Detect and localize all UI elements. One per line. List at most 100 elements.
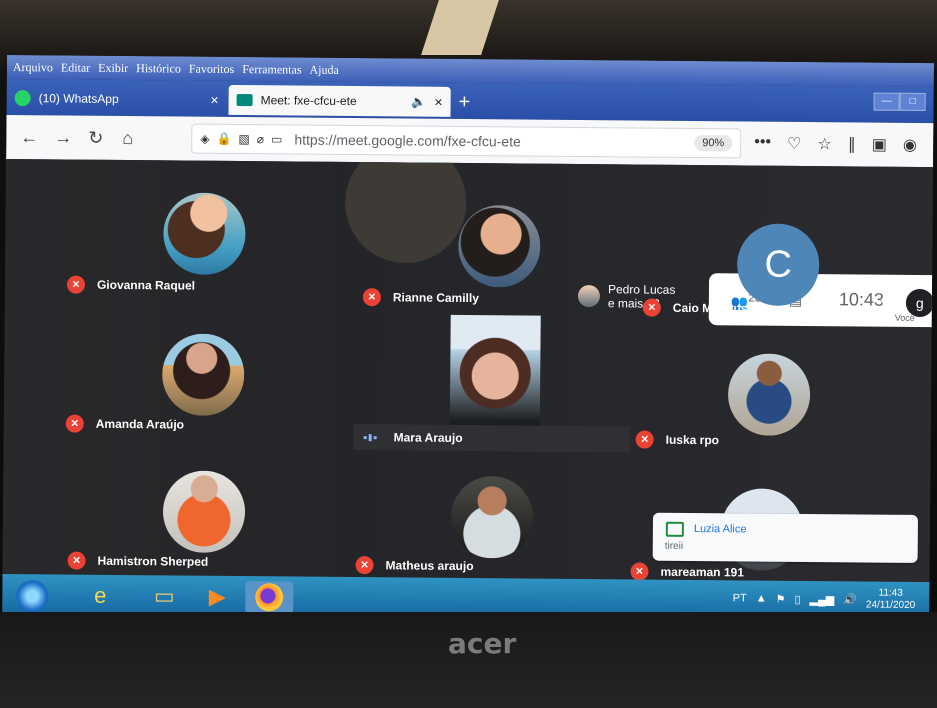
avatar xyxy=(161,333,245,417)
tab-whatsapp[interactable]: (10) WhatsApp × xyxy=(6,83,226,115)
menu-ferramentas[interactable]: Ferramentas xyxy=(238,62,305,78)
volume-icon[interactable]: 🔊 xyxy=(843,593,857,606)
participant-name: Matheus araujo xyxy=(385,558,474,574)
close-icon[interactable]: × xyxy=(434,94,442,110)
participant-name-row: ✕ Amanda Araújo xyxy=(65,414,185,434)
google-meet-icon xyxy=(236,94,253,107)
participant-name: Hamistron Sherped xyxy=(97,553,209,569)
avatar xyxy=(163,192,246,276)
flag-icon[interactable]: ⚑ xyxy=(776,592,786,605)
account-icon[interactable]: ◉ xyxy=(903,135,917,155)
close-icon[interactable]: × xyxy=(210,92,218,108)
sidebar-icon[interactable]: ▣ xyxy=(872,135,887,155)
url-text: https://meet.google.com/fxe-cfcu-ete xyxy=(294,131,521,150)
system-tray: PT ▲ ⚑ ▯ ▂▄▆ 🔊 11:43 24/11/2020 xyxy=(733,586,916,612)
mic-off-icon: ✕ xyxy=(67,551,86,570)
mic-off-icon: ⌀ xyxy=(256,132,265,147)
lock-icon: 🔒 xyxy=(216,131,232,146)
participant-name-row: ✕ mareaman 191 xyxy=(630,562,744,581)
signal-icon[interactable]: ▂▄▆ xyxy=(809,593,834,606)
mic-off-icon: ✕ xyxy=(630,562,649,581)
language-indicator[interactable]: PT xyxy=(733,592,747,604)
participant-name-row: ✕ Giovanna Raquel xyxy=(66,275,196,295)
menu-arquivo[interactable]: Arquivo xyxy=(9,60,57,75)
tab-whatsapp-label: (10) WhatsApp xyxy=(38,91,119,106)
top-participant-name: Pedro Lucas xyxy=(607,282,676,297)
media-player-icon[interactable]: ▶ xyxy=(193,581,241,613)
internet-explorer-icon[interactable]: e xyxy=(76,580,124,612)
tab-meet-label: Meet: fxe-cfcu-ete xyxy=(260,93,357,109)
notification-sender: Luzia Alice xyxy=(693,523,747,536)
more-actions-icon[interactable]: ••• xyxy=(754,134,771,154)
participant-name: Giovanna Raquel xyxy=(96,277,196,293)
participant-name: mareaman 191 xyxy=(660,564,744,580)
notification-message: tireii xyxy=(664,540,684,552)
speaker-icon: 🔈 xyxy=(411,94,427,109)
toolbar-right: ••• ♡ ☆ ∥ ▣ ◉ xyxy=(754,134,917,155)
back-icon[interactable]: ← xyxy=(20,127,38,148)
window-controls: — □ xyxy=(873,92,926,112)
maximize-button[interactable]: □ xyxy=(899,92,926,112)
zoom-level[interactable]: 90% xyxy=(694,135,733,152)
participant-name-row: ✕ Caio Magnus xyxy=(642,298,748,318)
camera-off-icon: ▧ xyxy=(238,132,250,147)
firefox-icon[interactable] xyxy=(245,581,294,614)
avatar xyxy=(457,204,541,288)
library-icon[interactable]: ∥ xyxy=(848,134,856,154)
screen-icon: ▭ xyxy=(270,132,283,147)
mic-off-icon: ✕ xyxy=(642,298,661,317)
meeting-time: 10:43 xyxy=(838,289,885,310)
participant-name: Mara Araujo xyxy=(393,430,463,445)
shield-icon: ◈ xyxy=(200,131,210,146)
whatsapp-icon xyxy=(14,90,31,107)
avatar: C xyxy=(736,223,820,307)
tab-meet[interactable]: Meet: fxe-cfcu-ete 🔈 × xyxy=(228,84,451,117)
bookmark-star-icon[interactable]: ☆ xyxy=(817,134,832,154)
home-icon[interactable]: ⌂ xyxy=(122,128,133,149)
menu-historico[interactable]: Histórico xyxy=(132,61,185,76)
participant-name-row: ✕ Matheus araujo xyxy=(355,556,474,575)
new-tab-button[interactable]: + xyxy=(459,91,471,114)
menu-editar[interactable]: Editar xyxy=(57,60,94,75)
chat-icon xyxy=(665,521,684,537)
clock-time: 11:43 xyxy=(878,587,903,599)
participant-name: Amanda Araújo xyxy=(95,416,185,432)
windows-start-button[interactable] xyxy=(16,580,49,613)
mic-off-icon: ✕ xyxy=(362,288,381,307)
participant-name: Caio Magnus xyxy=(672,300,748,316)
file-explorer-icon[interactable]: ▭ xyxy=(140,580,188,612)
avatar xyxy=(162,470,246,554)
site-permission-icons: ◈ 🔒 ▧ ⌀ ▭ xyxy=(200,132,282,147)
self-label: Você xyxy=(894,312,915,323)
address-bar[interactable]: ◈ 🔒 ▧ ⌀ ▭ https://meet.google.com/fxe-cf… xyxy=(191,123,742,159)
tray-expand-icon[interactable]: ▲ xyxy=(756,593,767,605)
minimize-button[interactable]: — xyxy=(873,92,900,111)
pocket-icon[interactable]: ♡ xyxy=(787,134,802,154)
avatar xyxy=(450,475,534,559)
participant-name-row: ✕ Iuska rpo xyxy=(635,430,720,450)
forward-icon[interactable]: → xyxy=(54,127,72,148)
participant-name-row: ✕ Rianne Camilly xyxy=(362,288,479,307)
reload-icon[interactable]: ↻ xyxy=(88,128,103,149)
menu-exibir[interactable]: Exibir xyxy=(94,60,132,75)
participant-avatar xyxy=(577,284,601,308)
mic-off-icon: ✕ xyxy=(65,414,84,433)
mic-off-icon: ✕ xyxy=(635,430,654,449)
mic-off-icon: ✕ xyxy=(66,275,86,294)
mouse-pointer-icon: ➤ xyxy=(878,296,893,314)
participant-name: Iuska rpo xyxy=(665,432,720,448)
taskbar-clock[interactable]: 11:43 24/11/2020 xyxy=(866,588,916,612)
mic-off-icon: ✕ xyxy=(355,556,374,575)
participant-name-row: Mara Araujo xyxy=(353,424,630,453)
speaking-icon xyxy=(363,432,382,442)
participant-name: Rianne Camilly xyxy=(392,290,479,306)
menu-favoritos[interactable]: Favoritos xyxy=(185,61,238,76)
chat-notification[interactable]: Luzia Alice tireii xyxy=(652,512,919,563)
participant-name-row: ✕ Hamistron Sherped xyxy=(67,551,209,571)
battery-icon[interactable]: ▯ xyxy=(794,592,800,605)
acer-logo: acer xyxy=(448,627,517,660)
avatar xyxy=(727,353,811,437)
clock-date: 24/11/2020 xyxy=(865,599,916,611)
laptop-screen: Arquivo Editar Exibir Histórico Favorito… xyxy=(2,55,934,624)
menu-ajuda[interactable]: Ajuda xyxy=(305,62,342,77)
